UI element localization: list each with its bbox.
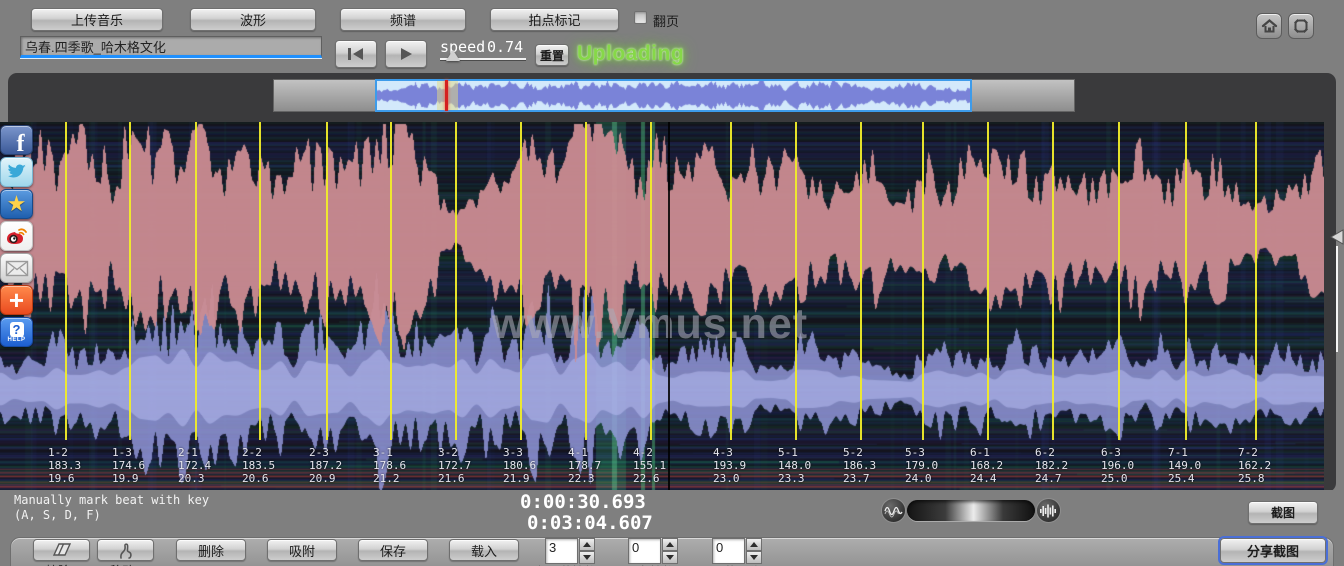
share-screenshot-button[interactable]: 分享截图 bbox=[1220, 538, 1326, 563]
weibo-share-icon[interactable] bbox=[0, 221, 33, 251]
beat-marker-line[interactable] bbox=[390, 122, 392, 440]
load-button[interactable]: 载入 bbox=[449, 539, 519, 561]
beat-hint-line1: Manually mark beat with key bbox=[14, 493, 209, 507]
view-mix-slider[interactable] bbox=[907, 500, 1035, 521]
erase-button[interactable] bbox=[33, 539, 90, 561]
upload-music-button[interactable]: 上传音乐 bbox=[31, 8, 163, 31]
screenshot-button[interactable]: 截图 bbox=[1248, 501, 1318, 524]
track-title-input[interactable] bbox=[20, 36, 322, 58]
step-up-icon[interactable] bbox=[746, 538, 762, 551]
page-turn-checkbox[interactable] bbox=[634, 11, 647, 24]
beat-marker-line[interactable] bbox=[195, 122, 197, 440]
mail-share-icon[interactable] bbox=[0, 253, 33, 283]
speed-value: 0.74 bbox=[487, 38, 523, 56]
eraser-icon bbox=[51, 542, 73, 558]
beat-label: 5-2186.323.7 bbox=[843, 446, 907, 485]
beat-marker-line[interactable] bbox=[860, 122, 862, 440]
facebook-share-icon[interactable]: f bbox=[0, 125, 33, 155]
beat-label: 6-1168.224.4 bbox=[970, 446, 1034, 485]
home-button[interactable] bbox=[1256, 13, 1282, 39]
qzone-share-icon[interactable]: ★ bbox=[0, 189, 33, 219]
play-button[interactable] bbox=[385, 40, 427, 68]
pickup-beats-input[interactable]: 0 bbox=[628, 538, 661, 564]
beat-label: 4-2155.122.6 bbox=[633, 446, 697, 485]
fullscreen-button[interactable] bbox=[1288, 13, 1314, 39]
twitter-share-icon[interactable] bbox=[0, 157, 33, 187]
uploading-status: Uploading bbox=[577, 42, 684, 66]
save-button[interactable]: 保存 bbox=[358, 539, 428, 561]
beat-label: 1-2183.319.6 bbox=[48, 446, 112, 485]
beat-marker-line[interactable] bbox=[326, 122, 328, 440]
measure-shift-input[interactable]: 0 bbox=[712, 538, 745, 564]
beat-marker-line[interactable] bbox=[650, 122, 652, 440]
skip-to-start-icon bbox=[346, 47, 366, 61]
beat-label: 5-3179.024.0 bbox=[905, 446, 969, 485]
beat-label: 1-3174.619.9 bbox=[112, 446, 176, 485]
time-total: 0:03:04.607 bbox=[527, 512, 653, 534]
beat-marker-line[interactable] bbox=[1052, 122, 1054, 440]
beat-hint-line2: (A, S, D, F) bbox=[14, 508, 101, 522]
beat-label: 4-1178.722.3 bbox=[568, 446, 632, 485]
beat-label: 5-1148.023.3 bbox=[778, 446, 842, 485]
play-icon bbox=[397, 47, 415, 61]
status-bar: Manually mark beat with key (A, S, D, F)… bbox=[0, 490, 1344, 537]
erase-label: 擦除 bbox=[46, 562, 70, 566]
beat-marker-line[interactable] bbox=[1118, 122, 1120, 440]
beat-marker-line[interactable] bbox=[455, 122, 457, 440]
beat-label: 6-3196.025.0 bbox=[1101, 446, 1165, 485]
pickup-beats-stepper[interactable] bbox=[662, 538, 678, 564]
beat-label: 3-2172.721.6 bbox=[438, 446, 502, 485]
beat-label: 2-2183.520.6 bbox=[242, 446, 306, 485]
beat-marker-line[interactable] bbox=[259, 122, 261, 440]
beat-marker-line[interactable] bbox=[730, 122, 732, 440]
beat-marker-line[interactable] bbox=[922, 122, 924, 440]
beat-label: 3-3180.621.9 bbox=[503, 446, 567, 485]
beat-label: 2-3187.220.9 bbox=[309, 446, 373, 485]
vertical-slider-track[interactable] bbox=[1336, 246, 1338, 352]
step-up-icon[interactable] bbox=[579, 538, 595, 551]
help-icon[interactable]: ? HELP bbox=[0, 317, 33, 347]
vertical-slider-thumb[interactable] bbox=[1329, 228, 1344, 246]
addthis-share-icon[interactable]: + bbox=[0, 285, 33, 315]
beat-label: 6-2182.224.7 bbox=[1035, 446, 1099, 485]
waveform-view-button[interactable]: 波形 bbox=[190, 8, 316, 31]
beat-label: 7-2162.225.8 bbox=[1238, 446, 1302, 485]
measure-shift-stepper[interactable] bbox=[746, 538, 762, 564]
beat-marker-line[interactable] bbox=[129, 122, 131, 440]
spectrogram-playhead[interactable] bbox=[668, 122, 670, 490]
beat-mark-button[interactable]: 拍点标记 bbox=[490, 8, 619, 31]
time-current: 0:00:30.693 bbox=[520, 491, 646, 513]
beat-marker-line[interactable] bbox=[520, 122, 522, 440]
beat-marker-line[interactable] bbox=[795, 122, 797, 440]
beat-label: 3-1178.621.2 bbox=[373, 446, 437, 485]
fullscreen-icon bbox=[1293, 18, 1309, 34]
waveform-mode-icon[interactable] bbox=[881, 498, 906, 523]
beat-marker-line[interactable] bbox=[987, 122, 989, 440]
spectrum-mode-icon[interactable] bbox=[1036, 498, 1061, 523]
move-hand-icon bbox=[117, 542, 135, 559]
beat-marker-line[interactable] bbox=[1185, 122, 1187, 440]
beat-marker-line[interactable] bbox=[585, 122, 587, 440]
page-turn-label: 翻页 bbox=[653, 11, 679, 30]
beat-label: 7-1149.025.4 bbox=[1168, 446, 1232, 485]
overview-waveform bbox=[377, 81, 970, 110]
spectrum-view-button[interactable]: 频谱 bbox=[340, 8, 466, 31]
reset-button[interactable]: 重置 bbox=[535, 44, 569, 66]
step-up-icon[interactable] bbox=[662, 538, 678, 551]
overview-waveform-panel[interactable] bbox=[375, 79, 972, 112]
beat-marker-line[interactable] bbox=[65, 122, 67, 440]
beat-marker-line[interactable] bbox=[1255, 122, 1257, 440]
beat-label: 4-3193.923.0 bbox=[713, 446, 777, 485]
home-icon bbox=[1261, 18, 1278, 34]
overview-playhead[interactable] bbox=[445, 80, 448, 111]
beats-per-measure-input[interactable]: 3 bbox=[545, 538, 578, 564]
delete-button[interactable]: 删除 bbox=[176, 539, 246, 561]
move-label: 移动 bbox=[110, 562, 134, 566]
beats-per-measure-stepper[interactable] bbox=[579, 538, 595, 564]
speed-slider-thumb[interactable] bbox=[446, 50, 460, 61]
skip-to-start-button[interactable] bbox=[335, 40, 377, 68]
snap-button[interactable]: 吸附 bbox=[267, 539, 337, 561]
beat-label: 2-1172.420.3 bbox=[178, 446, 242, 485]
move-button[interactable] bbox=[97, 539, 154, 561]
